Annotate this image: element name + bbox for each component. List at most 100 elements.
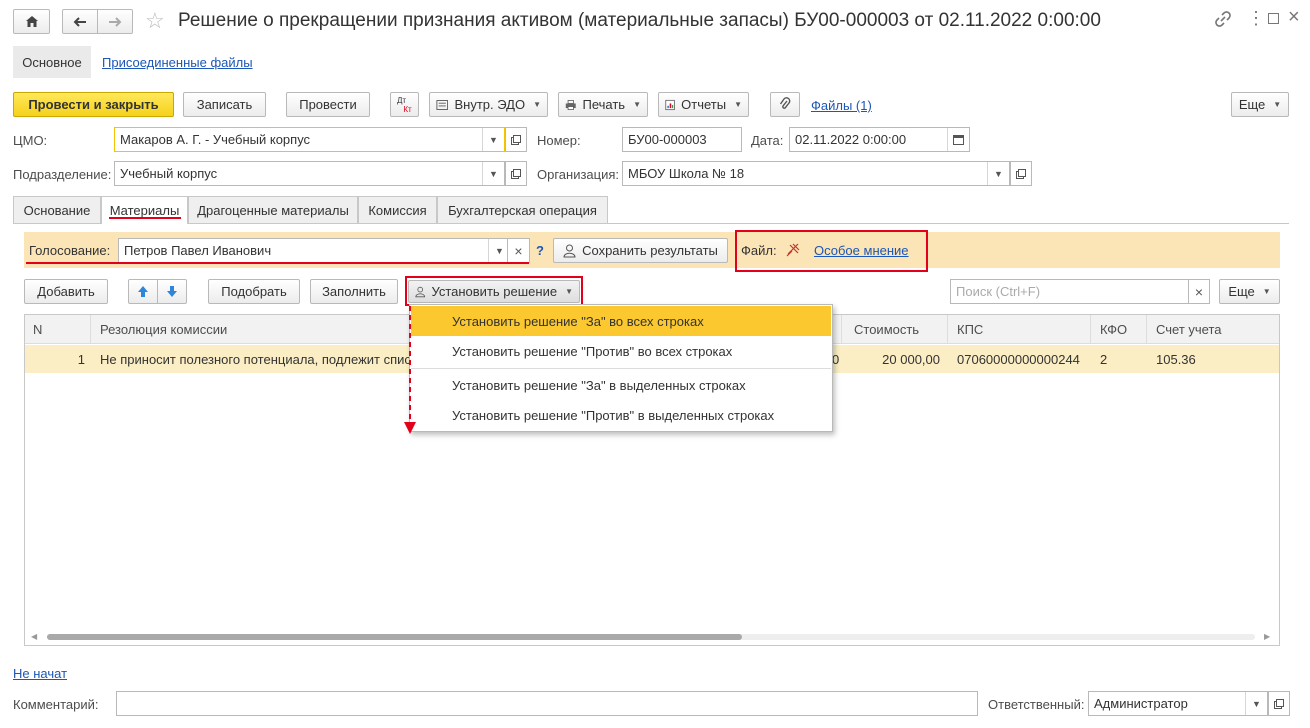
chevron-down-icon: ▼ [1262, 287, 1271, 296]
cell-account: 105.36 [1156, 351, 1196, 367]
menu-item-against-all[interactable]: Установить решение "Против" во всех стро… [411, 336, 831, 366]
comment-label: Комментарий: [13, 697, 99, 712]
voting-clear-button[interactable]: × [507, 238, 530, 263]
cmo-dropdown-icon[interactable]: ▼ [482, 128, 504, 151]
annotation-dashed-arrow [404, 306, 416, 434]
column-n[interactable]: N [25, 315, 91, 344]
tab-commission[interactable]: Комиссия [358, 196, 437, 223]
division-field[interactable]: Учебный корпус ▼ [114, 161, 505, 186]
column-cost[interactable]: Стоимость [846, 315, 948, 344]
move-up-button[interactable] [128, 279, 158, 304]
reports-label: Отчеты [681, 97, 727, 112]
org-field[interactable]: МБОУ Школа № 18 ▼ [622, 161, 1010, 186]
table-more-button[interactable]: Еще ▼ [1219, 279, 1280, 304]
menu-item-against-all-label: Установить решение "Против" во всех стро… [452, 343, 733, 359]
attach-button[interactable] [770, 92, 800, 117]
menu-dots-icon[interactable]: ⋮ [1247, 8, 1265, 29]
scroll-right-icon[interactable]: ▶ [1264, 632, 1270, 641]
column-kps[interactable]: КПС [949, 315, 1091, 344]
number-label: Номер: [537, 133, 581, 148]
home-button[interactable] [13, 9, 50, 34]
post-and-close-label: Провести и закрыть [28, 97, 159, 112]
scroll-left-icon[interactable]: ◀ [31, 632, 37, 641]
responsible-dropdown-icon[interactable]: ▼ [1245, 692, 1267, 715]
date-field[interactable]: 02.11.2022 0:00:00 [789, 127, 970, 152]
menu-separator [411, 368, 831, 369]
annotation-underline-voting [26, 262, 529, 264]
menu-item-for-all[interactable]: Установить решение "За" во всех строках [411, 306, 831, 336]
comment-field[interactable] [116, 691, 978, 716]
column-account[interactable]: Счет учета [1148, 315, 1279, 344]
reports-button[interactable]: Отчеты ▼ [658, 92, 749, 117]
annotation-underline-tab [109, 217, 181, 219]
cmo-value: Макаров А. Г. - Учебный корпус [120, 132, 311, 147]
org-open-button[interactable] [1010, 161, 1032, 186]
close-icon[interactable]: × [1288, 6, 1300, 29]
set-decision-button[interactable]: Установить решение ▼ [408, 280, 580, 303]
voting-field[interactable]: Петров Павел Иванович ▼ [118, 238, 511, 263]
maximize-icon[interactable] [1268, 13, 1279, 24]
date-label: Дата: [751, 133, 784, 148]
division-open-button[interactable] [505, 161, 527, 186]
dissent-file-link[interactable]: Особое мнение [814, 243, 909, 258]
horizontal-scrollbar[interactable] [47, 634, 1255, 640]
post-button[interactable]: Провести [286, 92, 370, 117]
post-and-close-button[interactable]: Провести и закрыть [13, 92, 174, 117]
save-button[interactable]: Записать [183, 92, 266, 117]
scrollbar-thumb[interactable] [47, 634, 742, 640]
calendar-icon[interactable] [947, 128, 969, 151]
file-label: Файл: [741, 243, 777, 258]
tab-basis[interactable]: Основание [13, 196, 101, 223]
pin-icon[interactable] [784, 241, 802, 262]
menu-item-for-selected[interactable]: Установить решение "За" в выделенных стр… [411, 370, 831, 400]
save-label: Записать [196, 97, 253, 112]
add-button[interactable]: Добавить [24, 279, 108, 304]
dt-kt-button[interactable]: Дт Кт [390, 92, 419, 117]
fill-button[interactable]: Заполнить [310, 279, 398, 304]
search-clear-button[interactable]: × [1188, 279, 1210, 304]
link-icon[interactable] [1215, 11, 1231, 30]
forward-button[interactable] [97, 9, 133, 34]
tab-precious-label: Драгоценные материалы [197, 202, 349, 218]
responsible-open-button[interactable] [1268, 691, 1290, 716]
section-tab-attached-files[interactable]: Присоединенные файлы [102, 55, 253, 70]
edo-icon [436, 99, 449, 110]
responsible-label: Ответственный: [988, 697, 1085, 712]
column-kfo[interactable]: КФО [1092, 315, 1147, 344]
tab-materials[interactable]: Материалы [101, 196, 188, 224]
move-down-button[interactable] [157, 279, 187, 304]
chevron-down-icon: ▼ [533, 100, 541, 109]
save-results-button[interactable]: Сохранить результаты [553, 238, 728, 263]
cmo-open-button[interactable] [505, 127, 527, 152]
org-dropdown-icon[interactable]: ▼ [987, 162, 1009, 185]
status-link[interactable]: Не начат [13, 666, 67, 681]
favorite-star-icon[interactable]: ☆ [145, 9, 165, 33]
edo-button[interactable]: Внутр. ЭДО ▼ [429, 92, 548, 117]
print-button[interactable]: Печать ▼ [558, 92, 648, 117]
responsible-field[interactable]: Администратор ▼ [1088, 691, 1268, 716]
chevron-down-icon: ▼ [1273, 100, 1282, 109]
printer-icon [565, 99, 576, 110]
division-dropdown-icon[interactable]: ▼ [482, 162, 504, 185]
tab-accounting-operation[interactable]: Бухгалтерская операция [437, 196, 608, 223]
number-field[interactable]: БУ00-000003 [622, 127, 742, 152]
back-button[interactable] [62, 9, 98, 34]
column-kps-label: КПС [957, 322, 984, 337]
division-label: Подразделение: [13, 167, 112, 182]
menu-item-against-selected[interactable]: Установить решение "Против" в выделенных… [411, 400, 831, 430]
tab-precious-materials[interactable]: Драгоценные материалы [188, 196, 358, 223]
cmo-field[interactable]: Макаров А. Г. - Учебный корпус ▼ [114, 127, 505, 152]
section-tab-main-label: Основное [22, 54, 82, 70]
files-link[interactable]: Файлы (1) [811, 98, 872, 113]
search-input[interactable]: Поиск (Ctrl+F) [950, 279, 1189, 304]
cmo-label: ЦМО: [13, 133, 48, 148]
section-tab-main[interactable]: Основное [13, 46, 91, 78]
pick-label: Подобрать [221, 284, 287, 299]
pick-button[interactable]: Подобрать [208, 279, 300, 304]
voting-value: Петров Павел Иванович [124, 243, 272, 258]
tab-materials-label: Материалы [109, 203, 180, 218]
more-button[interactable]: Еще ▼ [1231, 92, 1289, 117]
voting-help-icon[interactable]: ? [536, 243, 544, 258]
post-label: Провести [299, 97, 357, 112]
table-more-label: Еще [1228, 284, 1255, 299]
